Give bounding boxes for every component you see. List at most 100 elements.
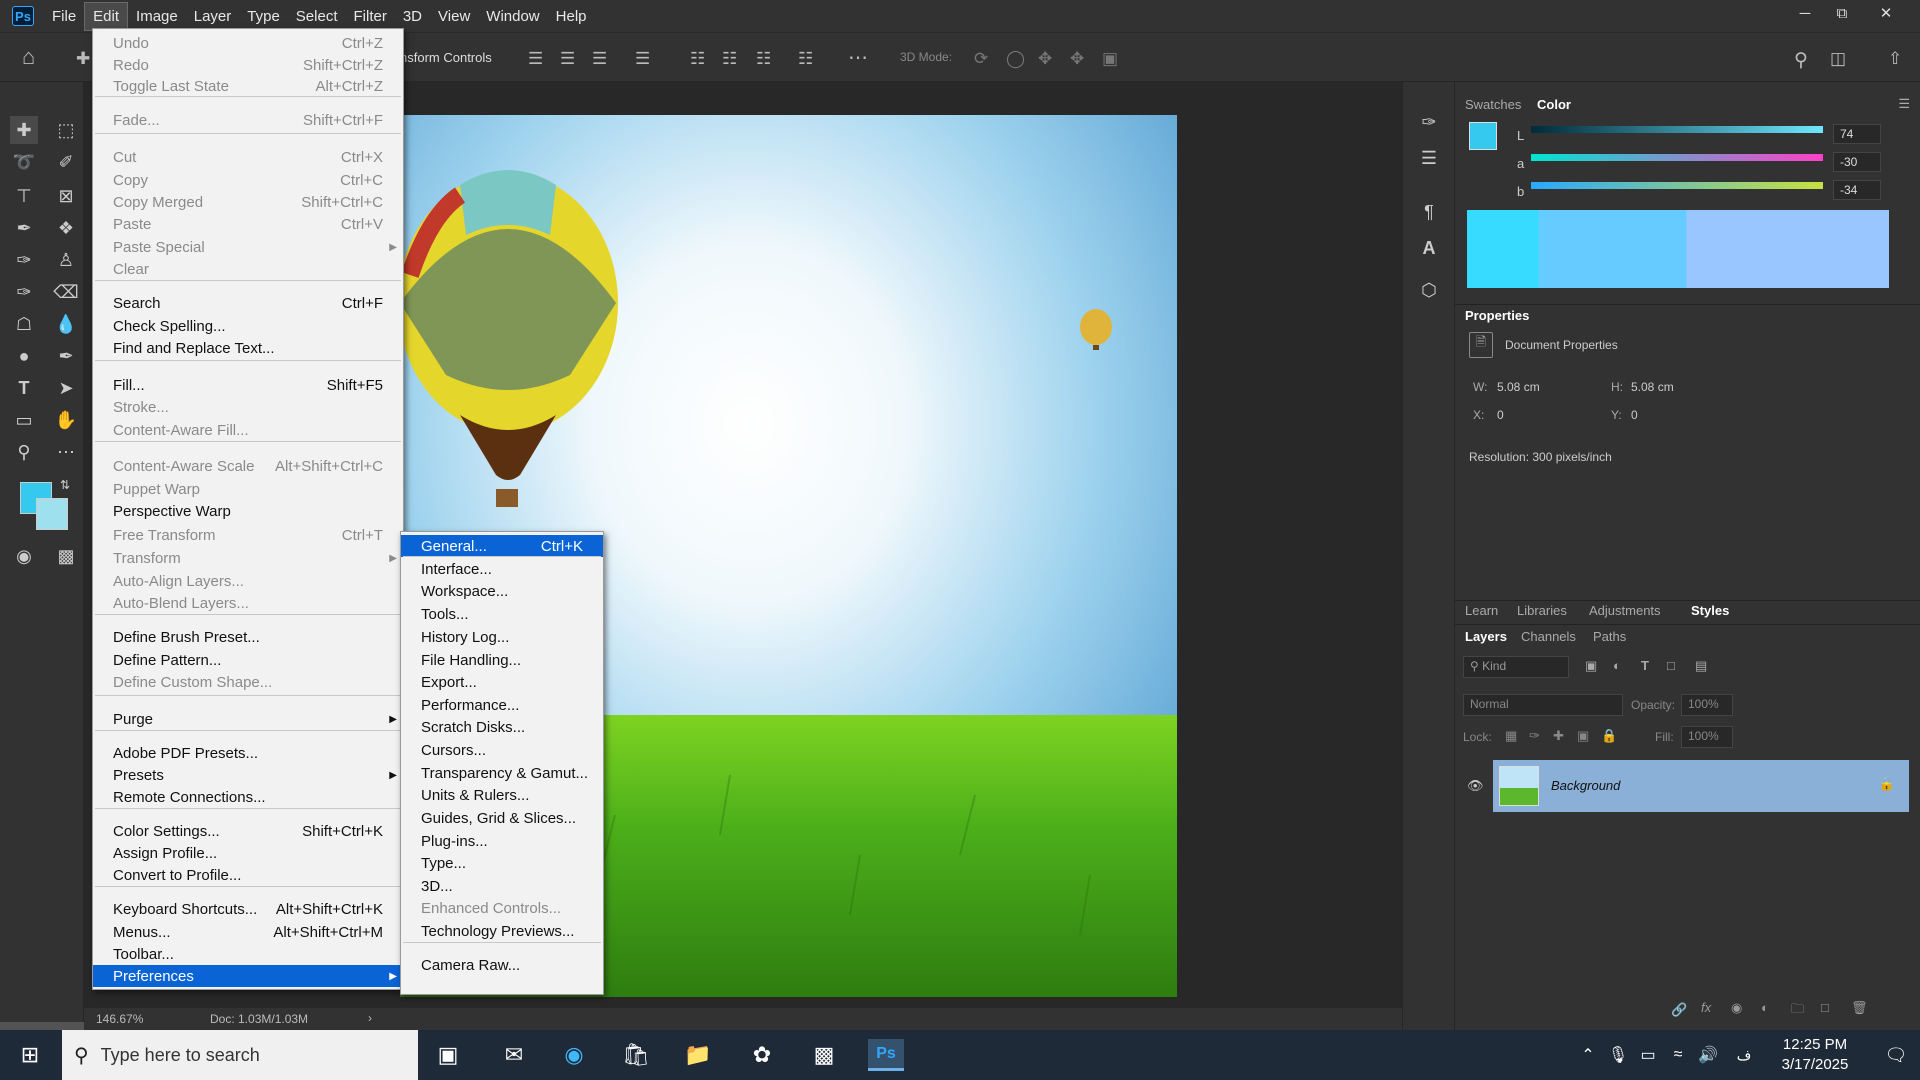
quick-mask-icon[interactable]: ◉ (10, 542, 38, 570)
prefs_menu-item-scratch-disks[interactable]: Scratch Disks... (401, 716, 603, 738)
menu-select[interactable]: Select (288, 3, 346, 30)
y-value[interactable]: 0 (1631, 408, 1638, 422)
prefs_menu-item-workspace[interactable]: Workspace... (401, 580, 603, 602)
minimize-icon[interactable]: ─ (1785, 0, 1825, 26)
edit_menu-item-menus[interactable]: Menus... Alt+Shift+Ctrl+M (93, 921, 403, 943)
more-tools-icon[interactable]: ⋯ (52, 438, 80, 466)
delete-layer-icon[interactable]: 🗑 (1851, 1000, 1868, 1016)
menu-help[interactable]: Help (548, 3, 595, 30)
panel-menu-icon[interactable]: ☰ (1898, 96, 1910, 112)
edge-icon[interactable]: ◉ (556, 1039, 592, 1071)
language-icon[interactable]: ف (1726, 1039, 1762, 1071)
align-center-icon[interactable]: ☰ (560, 49, 575, 69)
prefs_menu-item-type[interactable]: Type... (401, 852, 603, 874)
app-icon[interactable]: ✿ (744, 1039, 780, 1071)
b-slider[interactable] (1531, 182, 1823, 189)
add-mask-icon[interactable]: ◉ (1731, 1000, 1742, 1016)
edit_menu-item-preferences[interactable]: Preferences ▶ (93, 965, 403, 987)
frame-tool-icon[interactable]: ⊠ (52, 182, 80, 210)
taskbar-search[interactable]: ⚲ Type here to search (62, 1030, 418, 1080)
tab-layers[interactable]: Layers (1465, 629, 1507, 644)
lock-pixels-icon[interactable]: ✑ (1529, 728, 1540, 744)
lock-artboard-icon[interactable]: ▣ (1577, 728, 1589, 744)
edit_menu-item-presets[interactable]: Presets ▶ (93, 764, 403, 786)
prefs_menu-item-transparency-gamut[interactable]: Transparency & Gamut... (401, 762, 603, 784)
prefs_menu-item-general[interactable]: General... Ctrl+K (401, 535, 603, 557)
3d-roll-icon[interactable]: ◯ (1006, 49, 1025, 69)
tab-learn[interactable]: Learn (1465, 603, 1498, 618)
share-icon[interactable]: ⇧ (1888, 49, 1902, 69)
prefs_menu-item-3d[interactable]: 3D... (401, 875, 603, 897)
zoom-tool-icon[interactable]: ⚲ (10, 438, 38, 466)
filter-smart-icon[interactable]: ▤ (1695, 658, 1707, 674)
edit_menu-item-define-brush-preset[interactable]: Define Brush Preset... (93, 626, 403, 648)
more-options-icon[interactable]: ⋯ (848, 45, 868, 70)
prefs_menu-item-camera-raw[interactable]: Camera Raw... (401, 954, 603, 976)
tab-styles[interactable]: Styles (1691, 603, 1729, 618)
filter-adjustment-icon[interactable]: ◐ (1613, 658, 1621, 673)
adjustment-layer-icon[interactable]: ◐ (1761, 1000, 1769, 1015)
lock-position-icon[interactable]: ✚ (1553, 728, 1564, 744)
volume-icon[interactable]: 🔊 (1690, 1039, 1726, 1071)
zoom-level[interactable]: 146.67% (96, 1012, 143, 1026)
3d-pan-icon[interactable]: ✥ (1038, 49, 1052, 69)
status-arrow-icon[interactable]: › (368, 1011, 372, 1025)
notifications-icon[interactable]: 🗨 (1878, 1039, 1914, 1071)
prefs_menu-item-tools[interactable]: Tools... (401, 603, 603, 625)
color-ramp[interactable] (1467, 210, 1889, 288)
notes-icon[interactable]: ▩ (806, 1039, 842, 1071)
edit_menu-item-assign-profile[interactable]: Assign Profile... (93, 842, 403, 864)
filter-pixel-icon[interactable]: ▣ (1585, 658, 1597, 674)
L-slider[interactable] (1531, 126, 1823, 133)
edit_menu-item-find-and-replace-text[interactable]: Find and Replace Text... (93, 337, 403, 359)
menu-file[interactable]: File (44, 3, 84, 30)
prefs_menu-item-technology-previews[interactable]: Technology Previews... (401, 920, 603, 942)
prefs_menu-item-history-log[interactable]: History Log... (401, 626, 603, 648)
w-value[interactable]: 5.08 cm (1497, 380, 1540, 394)
path-select-icon[interactable]: ➤ (52, 374, 80, 402)
edit_menu-item-adobe-pdf-presets[interactable]: Adobe PDF Presets... (93, 742, 403, 764)
align-right-icon[interactable]: ☰ (592, 49, 607, 69)
color-foreground-swatch[interactable] (1469, 122, 1497, 150)
align-top-icon[interactable]: ☷ (690, 49, 705, 69)
prefs_menu-item-guides-grid-slices[interactable]: Guides, Grid & Slices... (401, 807, 603, 829)
eraser-tool-icon[interactable]: ⌫ (52, 278, 80, 306)
move-icon[interactable]: ✚ (76, 49, 90, 69)
restore-icon[interactable]: ⧉ (1822, 0, 1862, 26)
workspace-icon[interactable]: ◫ (1830, 49, 1846, 69)
clock[interactable]: 12:25 PM 3/17/2025 (1760, 1036, 1870, 1073)
adjustments-panel-icon[interactable]: ☰ (1415, 144, 1443, 172)
mail-icon[interactable]: ✉ (496, 1039, 532, 1071)
hand-tool-icon[interactable]: ✋ (52, 406, 80, 434)
paragraph-panel-icon[interactable]: ¶ (1415, 198, 1443, 226)
file-explorer-icon[interactable]: 📁 (680, 1039, 716, 1071)
layer-kind-filter[interactable]: ⚲ Kind (1463, 656, 1569, 678)
opacity-field[interactable]: 100% (1681, 694, 1733, 716)
a-slider[interactable] (1531, 154, 1823, 161)
task-view-icon[interactable]: ▣ (430, 1039, 466, 1071)
tab-libraries[interactable]: Libraries (1517, 603, 1567, 618)
crop-tool-icon[interactable]: ⊤ (10, 182, 38, 210)
edit_menu-item-color-settings[interactable]: Color Settings... Shift+Ctrl+K (93, 820, 403, 842)
screen-mode-icon[interactable]: ▩ (52, 542, 80, 570)
edit_menu-item-toolbar[interactable]: Toolbar... (93, 943, 403, 965)
distribute-icon[interactable]: ☰ (635, 49, 650, 69)
lock-transparent-icon[interactable]: ▦ (1505, 728, 1517, 744)
tab-paths[interactable]: Paths (1593, 629, 1626, 644)
blur-tool-icon[interactable]: 💧 (52, 310, 80, 338)
edit_menu-item-search[interactable]: Search Ctrl+F (93, 292, 403, 314)
edit_menu-item-perspective-warp[interactable]: Perspective Warp (93, 500, 403, 522)
link-layers-icon[interactable]: 🔗 (1671, 1002, 1687, 1018)
prefs_menu-item-file-handling[interactable]: File Handling... (401, 649, 603, 671)
prefs_menu-item-performance[interactable]: Performance... (401, 694, 603, 716)
prefs_menu-item-cursors[interactable]: Cursors... (401, 739, 603, 761)
fx-icon[interactable]: fx (1701, 1000, 1711, 1015)
distribute-vertical-icon[interactable]: ☷ (798, 49, 813, 69)
blend-mode-select[interactable]: Normal (1463, 694, 1623, 716)
type-tool-icon[interactable]: T (10, 374, 38, 402)
x-value[interactable]: 0 (1497, 408, 1504, 422)
edit_menu-item-purge[interactable]: Purge ▶ (93, 708, 403, 730)
rectangle-tool-icon[interactable]: ▭ (10, 406, 38, 434)
h-value[interactable]: 5.08 cm (1631, 380, 1674, 394)
dodge-tool-icon[interactable]: ● (10, 342, 38, 370)
